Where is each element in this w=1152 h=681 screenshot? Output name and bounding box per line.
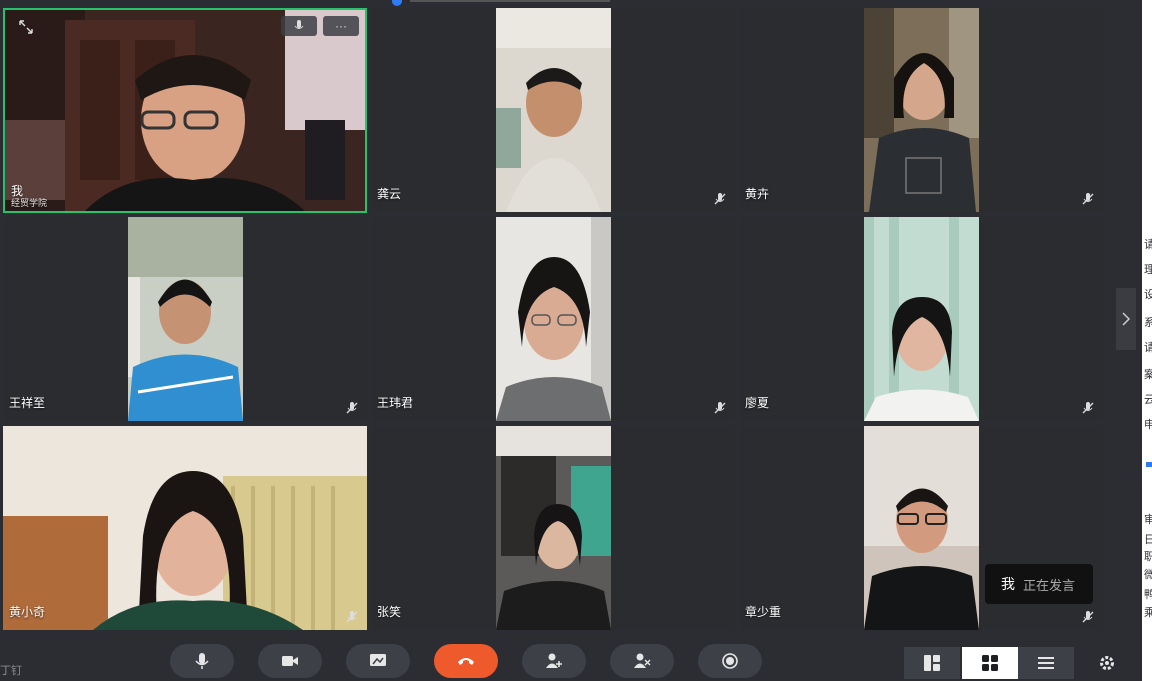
participant-name: 章少重: [745, 605, 782, 619]
video-tile-participant[interactable]: 王玮君: [371, 217, 735, 421]
muted-mic-icon: [713, 192, 727, 206]
control-bar: 丁钉: [0, 632, 1142, 681]
hang-up-button[interactable]: [434, 644, 498, 678]
title-fragment: [410, 0, 610, 2]
participant-org: 经贸学院: [11, 198, 48, 208]
invite-button[interactable]: [522, 644, 586, 678]
side-panel-text: 请: [1144, 239, 1152, 251]
record-icon: [722, 653, 738, 669]
participant-video: [128, 217, 243, 421]
meeting-window: ··· 我 经贸学院 龚云 黄卉 王祥至 王玮君 廖夏 黄小奇 张笑 章少重 我…: [0, 0, 1152, 681]
participant-name: 龚云: [377, 187, 402, 201]
muted-mic-icon: [713, 401, 727, 415]
side-panel-text: 理: [1144, 264, 1152, 276]
mic-button[interactable]: [170, 644, 234, 678]
side-panel-edge: 请理设系请案云申审日职微鸭乘: [1142, 0, 1152, 681]
participant-name: 廖夏: [745, 396, 770, 410]
video-tile-self[interactable]: ··· 我 经贸学院: [3, 8, 367, 213]
muted-mic-icon: [1081, 401, 1095, 415]
side-panel-text: 申: [1144, 419, 1152, 431]
grid-layout-button[interactable]: [962, 647, 1018, 679]
expand-icon[interactable]: [19, 20, 33, 34]
side-panel-text: 案: [1144, 369, 1152, 381]
microphone-icon: [294, 20, 304, 29]
side-panel-text: 审: [1144, 514, 1152, 526]
list-layout-icon: [1038, 657, 1054, 669]
participant-video: [496, 217, 611, 421]
status-dot: [392, 0, 402, 6]
speaker-layout-icon: [924, 655, 940, 671]
more-options-button[interactable]: ···: [323, 16, 359, 36]
chevron-right-icon: [1122, 312, 1131, 326]
add-member-icon: [546, 653, 562, 668]
participant-name: 黄卉: [745, 187, 770, 201]
share-screen-button[interactable]: [346, 644, 410, 678]
list-layout-button[interactable]: [1018, 647, 1074, 679]
muted-mic-icon: [1081, 192, 1095, 206]
video-tile-participant[interactable]: 张笑: [371, 426, 735, 630]
self-tile-toolbar: ···: [281, 16, 359, 36]
side-panel-text: 乘: [1144, 607, 1152, 619]
more-label: ···: [335, 19, 347, 33]
hang-up-icon: [458, 658, 474, 665]
participant-video: [864, 8, 979, 212]
participant-video: [496, 8, 611, 212]
muted-mic-icon: [345, 610, 359, 624]
members-button[interactable]: [610, 644, 674, 678]
participant-video: [496, 426, 611, 630]
participant-video: [864, 217, 979, 421]
video-tile-participant[interactable]: 王祥至: [3, 217, 367, 421]
side-panel-text: 请: [1144, 342, 1152, 354]
side-panel-text: 云: [1144, 394, 1152, 406]
settings-gear-icon[interactable]: [1098, 654, 1116, 672]
video-tile-participant[interactable]: 龚云: [371, 8, 735, 212]
speaker-layout-button[interactable]: [904, 647, 960, 679]
participant-name: 张笑: [377, 605, 402, 619]
next-page-button[interactable]: [1116, 288, 1136, 350]
top-strip: [0, 0, 1142, 8]
side-panel-text: 日: [1144, 534, 1152, 546]
camera-button[interactable]: [258, 644, 322, 678]
muted-mic-icon: [1081, 610, 1095, 624]
participant-video: [864, 426, 979, 630]
participant-name: 黄小奇: [9, 605, 46, 619]
video-camera-icon: [282, 656, 298, 666]
speaking-status: 正在发言: [1023, 577, 1076, 593]
video-tile-participant[interactable]: 黄卉: [739, 8, 1103, 212]
footer-text: 丁钉: [0, 665, 22, 677]
participant-name: 王玮君: [377, 396, 414, 410]
members-icon: [634, 653, 651, 668]
muted-mic-icon: [345, 401, 359, 415]
participant-name: 王祥至: [9, 396, 46, 410]
self-mic-button[interactable]: [281, 16, 317, 36]
speaking-indicator: 我 正在发言: [985, 564, 1093, 604]
side-panel-text: 微: [1144, 569, 1152, 581]
record-button[interactable]: [698, 644, 762, 678]
grid-layout-icon: [982, 655, 998, 671]
video-tile-participant[interactable]: 廖夏: [739, 217, 1103, 421]
video-grid: ··· 我 经贸学院 龚云 黄卉 王祥至 王玮君 廖夏 黄小奇 张笑 章少重: [0, 8, 1104, 632]
participant-video: [3, 426, 367, 630]
self-video: [5, 10, 365, 211]
side-panel-text: 职: [1144, 551, 1152, 563]
video-tile-participant[interactable]: 黄小奇: [3, 426, 367, 630]
side-panel-accent: [1146, 462, 1152, 467]
side-panel-text: 鸭: [1144, 589, 1152, 601]
side-panel-text: 设: [1144, 289, 1152, 301]
side-panel-text: 系: [1144, 317, 1152, 329]
microphone-icon: [195, 653, 209, 669]
speaker-name: 我: [1001, 576, 1015, 592]
screen-share-icon: [370, 654, 386, 666]
